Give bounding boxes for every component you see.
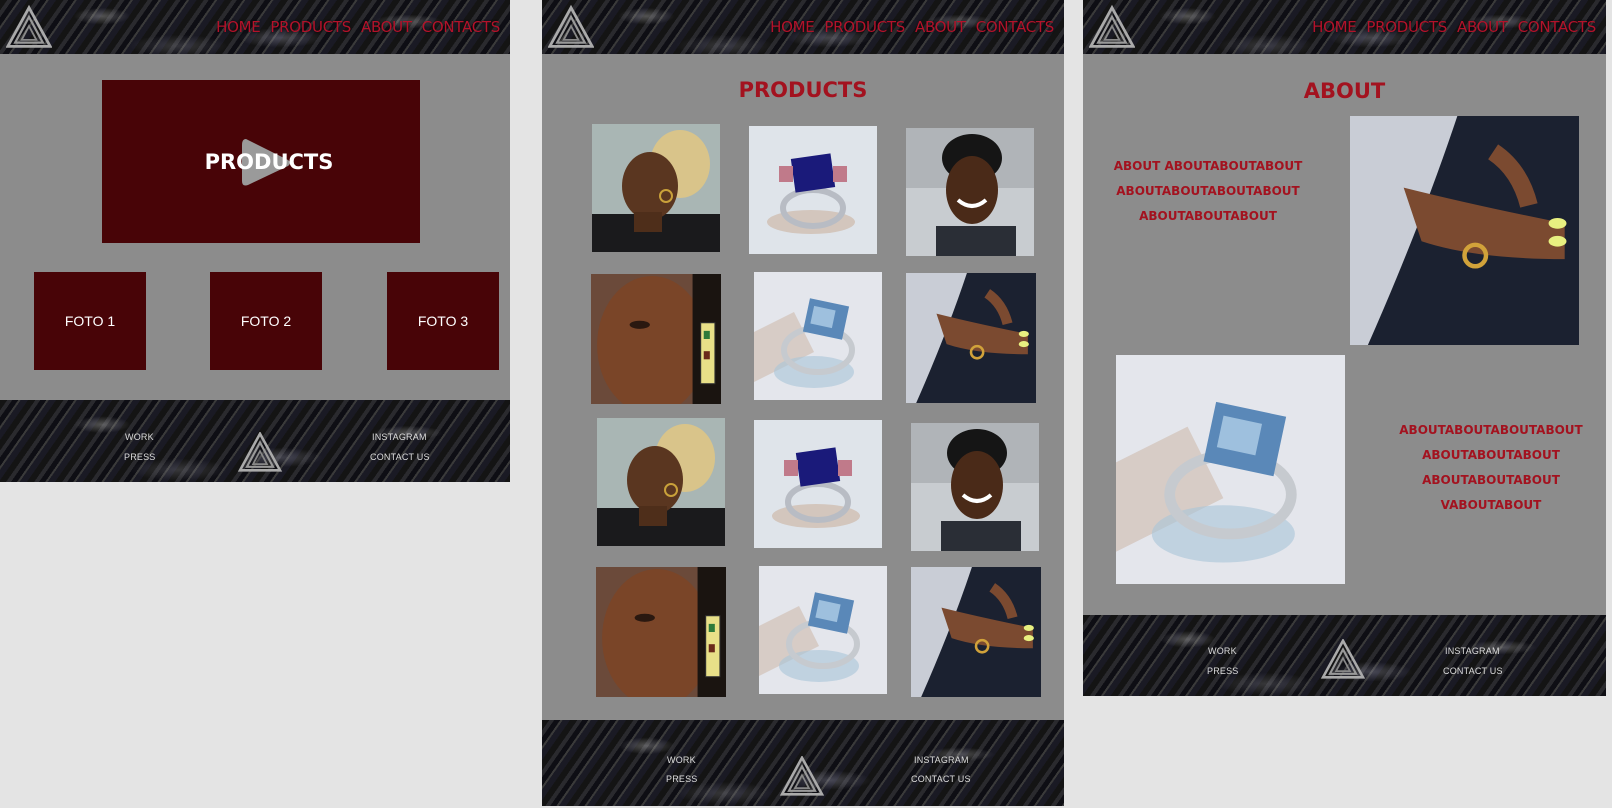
logo-icon[interactable]: [6, 4, 52, 50]
about-text-line: ABOUTABOUTABOUT: [1139, 209, 1277, 223]
footer-logo-icon[interactable]: [778, 756, 826, 796]
product-photo[interactable]: [754, 420, 882, 548]
footer-work-link[interactable]: WORK: [125, 432, 154, 442]
about-text-block-1: ABOUT ABOUTABOUTABOUT ABOUTABOUTABOUTABO…: [1113, 154, 1303, 229]
nav-home[interactable]: HOME: [770, 18, 815, 36]
footer-logo-icon[interactable]: [1319, 639, 1367, 679]
footer-work-link[interactable]: WORK: [667, 755, 696, 765]
product-photo[interactable]: [754, 272, 882, 400]
foto-1-label: FOTO 1: [64, 313, 116, 329]
foto-3[interactable]: FOTO 3: [387, 272, 499, 370]
about-text-line: ABOUTABOUTABOUTABOUT: [1116, 184, 1300, 198]
nav-home[interactable]: HOME: [1312, 18, 1357, 36]
about-photo-hand: [1350, 116, 1579, 345]
about-text-line: ABOUT ABOUTABOUTABOUT: [1113, 159, 1303, 173]
footer-press-link[interactable]: PRESS: [1207, 666, 1239, 676]
nav-about[interactable]: ABOUT: [915, 18, 966, 36]
nav-home[interactable]: HOME: [216, 18, 261, 36]
page-title: ABOUT: [1303, 79, 1386, 103]
product-photo[interactable]: [596, 567, 726, 697]
nav-products[interactable]: PRODUCTS: [824, 18, 905, 36]
footer-contact-link[interactable]: CONTACT US: [911, 774, 971, 784]
footer-contact-link[interactable]: CONTACT US: [1443, 666, 1503, 676]
footer-work-link[interactable]: WORK: [1208, 646, 1237, 656]
main-nav: HOME PRODUCTS ABOUT CONTACTS: [1312, 18, 1596, 36]
header: HOME PRODUCTS ABOUT CONTACTS: [1083, 0, 1606, 54]
about-photo-ring: [1116, 355, 1345, 584]
header: HOME PRODUCTS ABOUT CONTACTS: [542, 0, 1064, 54]
product-photo[interactable]: [749, 126, 877, 254]
main-nav: HOME PRODUCTS ABOUT CONTACTS: [770, 18, 1054, 36]
foto-1[interactable]: FOTO 1: [34, 272, 146, 370]
hero-label: PRODUCTS: [204, 149, 334, 174]
nav-contacts[interactable]: CONTACTS: [976, 18, 1055, 36]
footer-instagram-link[interactable]: INSTAGRAM: [914, 755, 969, 765]
about-text-line: ABOUTABOUTABOUTABOUT: [1399, 423, 1583, 437]
product-photo[interactable]: [911, 567, 1041, 697]
nav-contacts[interactable]: CONTACTS: [1518, 18, 1597, 36]
foto-3-label: FOTO 3: [417, 313, 469, 329]
product-photo[interactable]: [911, 423, 1039, 551]
product-photo[interactable]: [906, 273, 1036, 403]
product-photo[interactable]: [906, 128, 1034, 256]
product-photo[interactable]: [591, 274, 721, 404]
footer-instagram-link[interactable]: INSTAGRAM: [1445, 646, 1500, 656]
header: HOME PRODUCTS ABOUT CONTACTS: [0, 0, 510, 54]
products-page-frame: HOME PRODUCTS ABOUT CONTACTS PRODUCTS WO…: [542, 0, 1064, 806]
logo-icon[interactable]: [1089, 4, 1135, 50]
footer-logo-icon[interactable]: [236, 432, 284, 472]
footer-instagram-link[interactable]: INSTAGRAM: [372, 432, 427, 442]
nav-contacts[interactable]: CONTACTS: [422, 18, 501, 36]
footer: WORK PRESS INSTAGRAM CONTACT US: [0, 400, 510, 482]
product-photo[interactable]: [597, 418, 725, 546]
main-nav: HOME PRODUCTS ABOUT CONTACTS: [216, 18, 500, 36]
nav-about[interactable]: ABOUT: [361, 18, 412, 36]
footer: WORK PRESS INSTAGRAM CONTACT US: [542, 720, 1064, 806]
footer-press-link[interactable]: PRESS: [666, 774, 698, 784]
about-text-block-2: ABOUTABOUTABOUTABOUT ABOUTABOUTABOUT ABO…: [1391, 418, 1591, 518]
logo-icon[interactable]: [548, 4, 594, 50]
product-photo[interactable]: [592, 124, 720, 252]
foto-2[interactable]: FOTO 2: [210, 272, 322, 370]
hero-video[interactable]: PRODUCTS: [102, 80, 420, 243]
footer: WORK PRESS INSTAGRAM CONTACT US: [1083, 615, 1606, 696]
nav-about[interactable]: ABOUT: [1457, 18, 1508, 36]
footer-press-link[interactable]: PRESS: [124, 452, 156, 462]
page-title: PRODUCTS: [738, 78, 868, 102]
about-page-frame: HOME PRODUCTS ABOUT CONTACTS ABOUT ABOUT…: [1083, 0, 1606, 696]
about-text-line: ABOUTABOUTABOUT: [1422, 448, 1560, 462]
nav-products[interactable]: PRODUCTS: [270, 18, 351, 36]
about-text-line: VABOUTABOUT: [1440, 498, 1542, 512]
footer-contact-link[interactable]: CONTACT US: [370, 452, 430, 462]
nav-products[interactable]: PRODUCTS: [1366, 18, 1447, 36]
about-text-line: ABOUTABOUTABOUT: [1422, 473, 1560, 487]
product-photo[interactable]: [759, 566, 887, 694]
home-page-frame: HOME PRODUCTS ABOUT CONTACTS PRODUCTS FO…: [0, 0, 510, 482]
foto-2-label: FOTO 2: [240, 313, 292, 329]
